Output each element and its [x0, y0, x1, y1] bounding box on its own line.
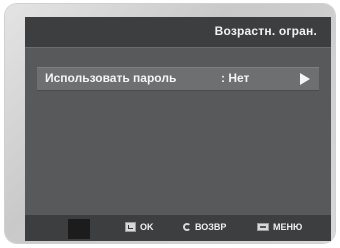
back-hint[interactable]: ВОЗВР: [183, 222, 226, 232]
menu-item-label: Использовать пароль: [45, 71, 177, 85]
menu-hint-label: МЕНЮ: [273, 222, 303, 232]
ok-icon: [125, 222, 136, 232]
arrow-right-icon[interactable]: [300, 73, 310, 85]
menu-icon: [257, 223, 269, 231]
ok-hint-label: OK: [140, 222, 154, 232]
back-icon: [183, 223, 191, 231]
menu-item-value: : Нет: [221, 71, 250, 85]
osd-screen: Возрастн. огран. Использовать пароль : Н…: [25, 17, 331, 241]
ok-hint[interactable]: OK: [125, 222, 154, 232]
page-title: Возрастн. огран.: [214, 24, 317, 38]
bottom-bar: OK ВОЗВР МЕНЮ: [25, 215, 331, 241]
back-hint-label: ВОЗВР: [195, 222, 227, 232]
title-bar: Возрастн. огран.: [25, 17, 331, 48]
color-key-box: [68, 219, 90, 239]
menu-item-use-password[interactable]: Использовать пароль : Нет: [37, 67, 319, 91]
menu-hint[interactable]: МЕНЮ: [257, 222, 302, 232]
